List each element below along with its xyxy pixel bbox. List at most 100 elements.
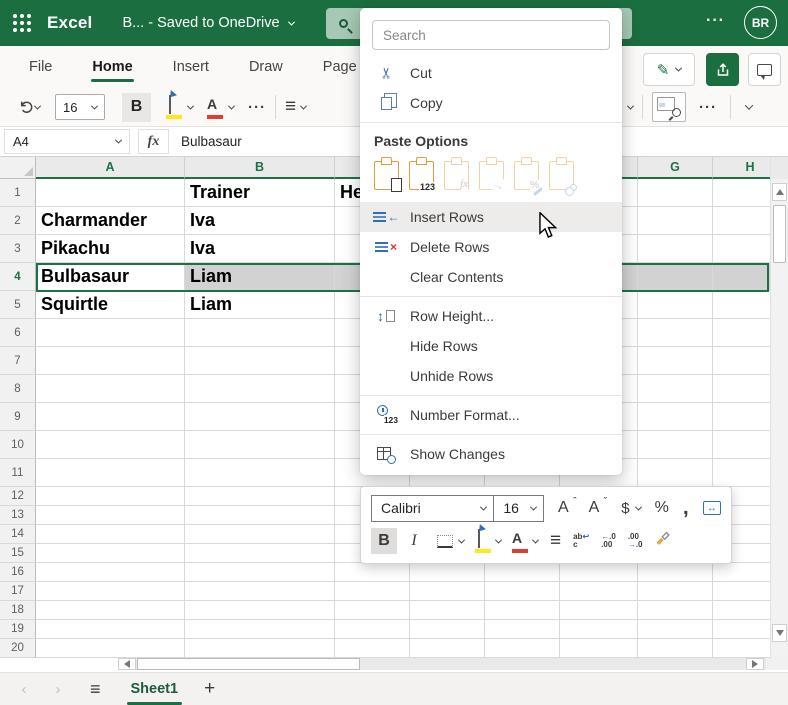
menu-item-copy[interactable]: Copy <box>360 88 622 118</box>
percent-format-button[interactable]: % <box>655 499 669 517</box>
sheet-tab-sheet1[interactable]: Sheet1 <box>129 673 181 705</box>
cell-D18[interactable] <box>410 601 485 620</box>
cell-H5[interactable] <box>713 291 770 319</box>
cell-A15[interactable] <box>36 544 185 563</box>
menu-item-row-height[interactable]: ↕ Row Height... <box>360 301 622 331</box>
app-launcher-icon[interactable] <box>13 14 31 32</box>
cell-B6[interactable] <box>185 319 335 347</box>
cell-A12[interactable] <box>36 487 185 506</box>
cell-G8[interactable] <box>638 375 713 403</box>
cell-H16[interactable] <box>713 563 770 582</box>
cell-A19[interactable] <box>36 620 185 639</box>
cell-G3[interactable] <box>638 235 713 263</box>
row-header-16[interactable]: 16 <box>0 563 36 582</box>
format-painter-button[interactable] <box>654 531 671 552</box>
cell-H6[interactable] <box>713 319 770 347</box>
scroll-up-button[interactable] <box>772 183 787 201</box>
cell-B9[interactable] <box>185 403 335 431</box>
scroll-down-button[interactable] <box>772 624 787 642</box>
row-header-1[interactable]: 1 <box>0 179 36 207</box>
cell-A17[interactable] <box>36 582 185 601</box>
horizontal-scroll-thumb[interactable] <box>137 658 360 670</box>
cell-F20[interactable] <box>560 639 638 658</box>
row-header-13[interactable]: 13 <box>0 506 36 525</box>
menu-item-show-changes[interactable]: Show Changes <box>360 439 622 469</box>
cell-G2[interactable] <box>638 207 713 235</box>
col-header-H[interactable]: H <box>713 157 770 179</box>
cell-A14[interactable] <box>36 525 185 544</box>
mini-font-size-select[interactable]: 16 <box>493 495 544 522</box>
cell-F19[interactable] <box>560 620 638 639</box>
cell-H10[interactable] <box>713 431 770 459</box>
cell-A13[interactable] <box>36 506 185 525</box>
bold-button[interactable]: B <box>122 93 151 122</box>
cell-H3[interactable] <box>713 235 770 263</box>
cell-H9[interactable] <box>713 403 770 431</box>
cell-B3[interactable]: Iva <box>185 235 335 263</box>
row-header-7[interactable]: 7 <box>0 347 36 375</box>
cell-H18[interactable] <box>713 601 770 620</box>
borders-button[interactable] <box>437 535 464 548</box>
cell-E20[interactable] <box>485 639 560 658</box>
cell-G20[interactable] <box>638 639 713 658</box>
paste-formulas-icon[interactable]: fx <box>444 161 469 190</box>
formula-input[interactable]: Bulbasaur <box>181 134 242 149</box>
cell-G6[interactable] <box>638 319 713 347</box>
cell-G18[interactable] <box>638 601 713 620</box>
cell-B20[interactable] <box>185 639 335 658</box>
font-overflow-button[interactable]: ··· <box>248 99 266 116</box>
col-header-B[interactable]: B <box>185 157 335 179</box>
row-header-3[interactable]: 3 <box>0 235 36 263</box>
row-header-2[interactable]: 2 <box>0 207 36 235</box>
cell-D16[interactable] <box>410 563 485 582</box>
cell-B15[interactable] <box>185 544 335 563</box>
menu-item-cut[interactable]: ✂ Cut <box>360 58 622 88</box>
select-all-corner[interactable] <box>0 157 36 179</box>
row-header-15[interactable]: 15 <box>0 544 36 563</box>
cell-B16[interactable] <box>185 563 335 582</box>
tab-insert[interactable]: Insert <box>160 49 222 85</box>
vertical-scrollbar[interactable] <box>770 157 788 658</box>
cell-B1[interactable]: Trainer <box>185 179 335 207</box>
paste-transposed-icon[interactable]: → <box>479 161 504 190</box>
mini-bold-button[interactable]: B <box>371 528 397 554</box>
chevron-down-icon[interactable] <box>627 102 634 109</box>
scroll-right-button[interactable] <box>746 658 764 670</box>
shrink-font-button[interactable]: Aˇ <box>589 499 608 517</box>
tab-file[interactable]: File <box>16 49 65 85</box>
cell-A7[interactable] <box>36 347 185 375</box>
cell-B18[interactable] <box>185 601 335 620</box>
row-header-17[interactable]: 17 <box>0 582 36 601</box>
editing-mode-button[interactable]: ✎ <box>643 53 695 86</box>
row-header-4[interactable]: 4 <box>0 263 36 291</box>
insert-function-button[interactable]: fx <box>138 129 169 154</box>
row-header-14[interactable]: 14 <box>0 525 36 544</box>
menu-search-input[interactable]: Search <box>372 20 610 50</box>
increase-decimal-button[interactable]: .00→.0 <box>628 533 643 550</box>
mini-italic-button[interactable]: I <box>401 528 427 554</box>
cell-A9[interactable] <box>36 403 185 431</box>
cell-G1[interactable] <box>638 179 713 207</box>
cell-A6[interactable] <box>36 319 185 347</box>
cell-H4[interactable] <box>713 263 770 291</box>
cell-G7[interactable] <box>638 347 713 375</box>
cell-A16[interactable] <box>36 563 185 582</box>
cell-E16[interactable] <box>485 563 560 582</box>
menu-item-hide-rows[interactable]: Hide Rows <box>360 331 622 361</box>
cell-G19[interactable] <box>638 620 713 639</box>
prev-sheet-button[interactable]: ‹ <box>14 681 34 698</box>
paste-link-icon[interactable] <box>549 161 574 190</box>
cell-D19[interactable] <box>410 620 485 639</box>
cell-H1[interactable] <box>713 179 770 207</box>
cell-H20[interactable] <box>713 639 770 658</box>
share-button[interactable] <box>706 53 739 86</box>
cell-A2[interactable]: Charmander <box>36 207 185 235</box>
row-header-6[interactable]: 6 <box>0 319 36 347</box>
mini-align-button[interactable]: ≡ <box>550 530 561 552</box>
cell-G16[interactable] <box>638 563 713 582</box>
name-box[interactable]: A4 <box>4 129 130 154</box>
cell-A5[interactable]: Squirtle <box>36 291 185 319</box>
analyze-data-button[interactable] <box>652 92 686 122</box>
cell-E18[interactable] <box>485 601 560 620</box>
paste-icon[interactable] <box>374 161 399 190</box>
